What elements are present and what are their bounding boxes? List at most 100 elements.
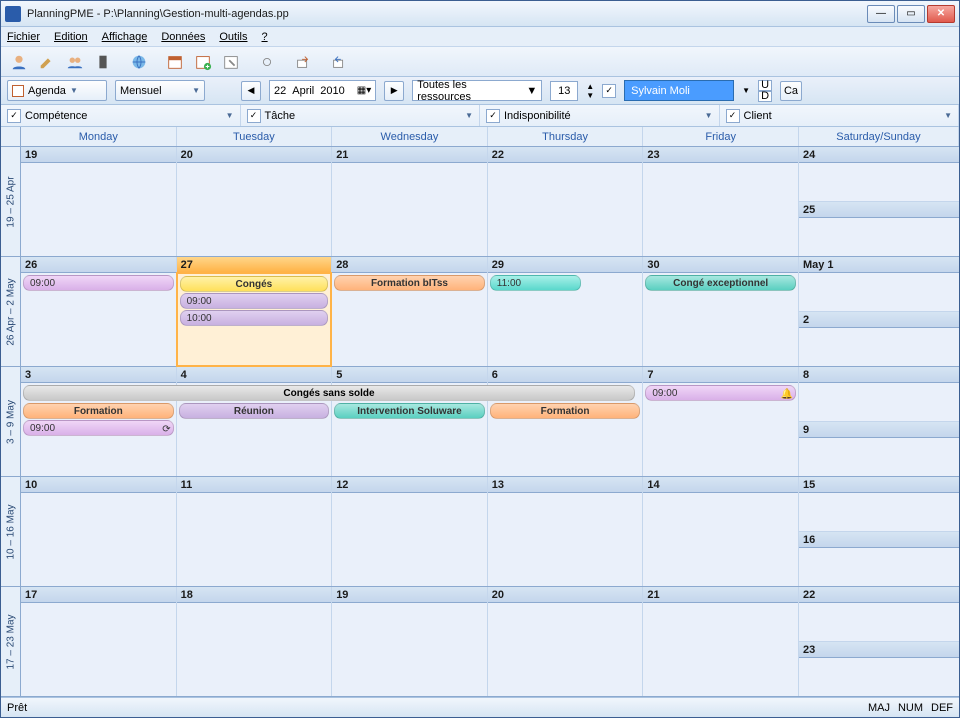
- event-formation[interactable]: Formation: [490, 403, 641, 419]
- globe-icon[interactable]: [127, 50, 151, 74]
- event[interactable]: 09:00: [23, 275, 174, 291]
- day-cell[interactable]: 23: [799, 642, 959, 696]
- header-wednesday: Wednesday: [332, 127, 488, 146]
- resources-dropdown[interactable]: Toutes les ressources ▼: [412, 80, 542, 101]
- event-formation[interactable]: Formation bITss: [334, 275, 485, 291]
- week-label: 19 – 25 Apr: [5, 176, 16, 227]
- day-cell[interactable]: 11: [177, 477, 333, 586]
- day-cell[interactable]: 19: [21, 147, 177, 256]
- day-cell[interactable]: 24: [799, 147, 959, 202]
- day-cell[interactable]: May 1: [799, 257, 959, 312]
- filter-tache[interactable]: Tâche▼: [241, 105, 481, 126]
- status-bar: Prêt MAJ NUM DEF: [1, 697, 959, 717]
- day-cell[interactable]: 18: [177, 587, 333, 696]
- header-weekend: Saturday/Sunday: [799, 127, 959, 146]
- calendar-icon[interactable]: [163, 50, 187, 74]
- header-tuesday: Tuesday: [177, 127, 333, 146]
- maximize-button[interactable]: ▭: [897, 5, 925, 23]
- close-button[interactable]: ✕: [927, 5, 955, 23]
- event-intervention[interactable]: Intervention Soluware: [334, 403, 485, 419]
- day-cell[interactable]: 8: [799, 367, 959, 422]
- event[interactable]: 09:00🔔: [645, 385, 796, 401]
- ud-toggle[interactable]: UD: [758, 80, 772, 102]
- status-maj: MAJ: [868, 702, 890, 714]
- ca-button[interactable]: Ca: [780, 81, 802, 101]
- next-button[interactable]: ▶: [384, 81, 404, 101]
- date-day: 22: [274, 85, 286, 97]
- event[interactable]: 10:00: [180, 310, 329, 326]
- calendar-dropdown-icon[interactable]: ▦▾: [357, 85, 371, 96]
- day-cell[interactable]: 3 Formation 09:00⟳: [21, 367, 177, 476]
- minimize-button[interactable]: —: [867, 5, 895, 23]
- filter-competence-check[interactable]: [7, 109, 21, 123]
- day-cell[interactable]: 28 Formation bITss: [332, 257, 488, 366]
- filter-client[interactable]: Client▼: [720, 105, 960, 126]
- day-cell[interactable]: 12: [332, 477, 488, 586]
- event[interactable]: 09:00: [180, 293, 329, 309]
- menu-bar: Fichier Edition Affichage Données Outils…: [1, 27, 959, 47]
- filter-indispo[interactable]: Indisponibilité▼: [480, 105, 720, 126]
- user-dropdown[interactable]: Sylvain Moli: [624, 80, 734, 101]
- menu-outils[interactable]: Outils: [219, 31, 247, 43]
- day-cell[interactable]: 16: [799, 532, 959, 586]
- day-header-row: Monday Tuesday Wednesday Thursday Friday…: [1, 127, 959, 147]
- export-icon[interactable]: [291, 50, 315, 74]
- event-conge-exceptionnel[interactable]: Congé exceptionnel: [645, 275, 796, 291]
- day-cell[interactable]: 20: [177, 147, 333, 256]
- day-cell[interactable]: 27 Congés 09:00 10:00: [177, 257, 333, 366]
- day-cell[interactable]: 26 09:00: [21, 257, 177, 366]
- server-icon[interactable]: [91, 50, 115, 74]
- menu-fichier[interactable]: Fichier: [7, 31, 40, 43]
- day-cell[interactable]: 5 Intervention Soluware: [332, 367, 488, 476]
- import-icon[interactable]: [327, 50, 351, 74]
- user-checkbox[interactable]: [602, 84, 616, 98]
- filter-tache-check[interactable]: [247, 109, 261, 123]
- day-cell[interactable]: 10: [21, 477, 177, 586]
- link-icon[interactable]: [255, 50, 279, 74]
- user-icon[interactable]: [7, 50, 31, 74]
- period-dropdown[interactable]: Mensuel ▼: [115, 80, 205, 101]
- menu-donnees[interactable]: Données: [161, 31, 205, 43]
- event-formation[interactable]: Formation: [23, 403, 174, 419]
- edit-icon[interactable]: [35, 50, 59, 74]
- calendar-tools-icon[interactable]: [219, 50, 243, 74]
- day-cell[interactable]: 7 09:00🔔: [643, 367, 799, 476]
- view-agenda-dropdown[interactable]: Agenda ▼: [7, 80, 107, 101]
- day-cell[interactable]: 20: [488, 587, 644, 696]
- filter-client-check[interactable]: [726, 109, 740, 123]
- prev-button[interactable]: ◀: [241, 81, 261, 101]
- day-cell[interactable]: 23: [643, 147, 799, 256]
- event[interactable]: 11:00: [490, 275, 582, 291]
- calendar-add-icon[interactable]: [191, 50, 215, 74]
- users-icon[interactable]: [63, 50, 87, 74]
- event-reunion[interactable]: Réunion: [179, 403, 330, 419]
- day-cell[interactable]: 17: [21, 587, 177, 696]
- day-cell[interactable]: 29 11:00: [488, 257, 644, 366]
- event-conges[interactable]: Congés: [180, 276, 329, 292]
- day-cell[interactable]: 25: [799, 202, 959, 256]
- filter-indispo-check[interactable]: [486, 109, 500, 123]
- date-picker[interactable]: 22 April 2010 ▦▾: [269, 80, 376, 101]
- day-cell[interactable]: 19: [332, 587, 488, 696]
- week-row: 10 – 16 May 10 11 12 13 14 15 16: [1, 477, 959, 587]
- event[interactable]: 09:00⟳: [23, 420, 174, 436]
- day-cell[interactable]: 22: [799, 587, 959, 642]
- day-cell[interactable]: 22: [488, 147, 644, 256]
- day-cell[interactable]: 21: [332, 147, 488, 256]
- menu-edition[interactable]: Edition: [54, 31, 88, 43]
- day-cell[interactable]: 2: [799, 312, 959, 366]
- menu-help[interactable]: ?: [262, 31, 268, 43]
- spin-input[interactable]: [550, 81, 578, 101]
- day-cell[interactable]: 15: [799, 477, 959, 532]
- day-cell[interactable]: 13: [488, 477, 644, 586]
- filter-competence[interactable]: Compétence▼: [1, 105, 241, 126]
- day-cell[interactable]: 9: [799, 422, 959, 476]
- alarm-icon: 🔔: [781, 387, 793, 401]
- day-cell[interactable]: 21: [643, 587, 799, 696]
- event-conges-sans-solde[interactable]: Congés sans solde: [23, 385, 635, 401]
- menu-affichage[interactable]: Affichage: [102, 31, 148, 43]
- day-cell[interactable]: 6 Formation: [488, 367, 644, 476]
- day-cell[interactable]: 14: [643, 477, 799, 586]
- day-cell[interactable]: 30 Congé exceptionnel: [643, 257, 799, 366]
- day-cell[interactable]: 4 Réunion: [177, 367, 333, 476]
